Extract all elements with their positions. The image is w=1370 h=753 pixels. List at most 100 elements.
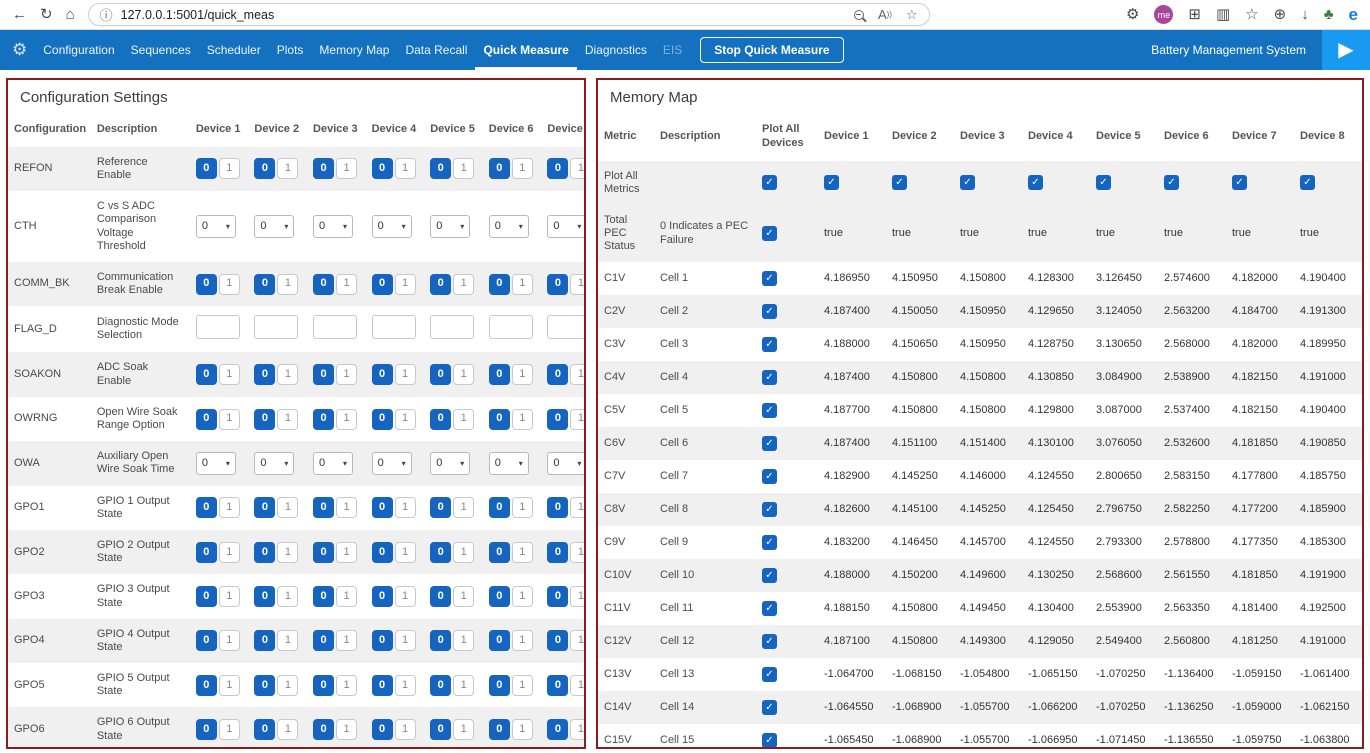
toggle-option-1[interactable]: 1 [570, 675, 586, 696]
toggle-option-1[interactable]: 1 [453, 675, 474, 696]
gpo4-device-5-toggle[interactable]: 01 [430, 630, 474, 651]
gpo6-device-3-toggle[interactable]: 01 [313, 719, 357, 740]
toggle-option-0[interactable]: 0 [489, 719, 510, 740]
toggle-option-0[interactable]: 0 [372, 409, 393, 430]
gpo4-device-4-toggle[interactable]: 01 [372, 630, 416, 651]
toggle-option-1[interactable]: 1 [512, 274, 533, 295]
toggle-option-1[interactable]: 1 [277, 409, 298, 430]
owa-device-4-select[interactable]: 0▾ [372, 452, 412, 475]
toggle-option-0[interactable]: 0 [196, 274, 217, 295]
toggle-option-0[interactable]: 0 [313, 586, 334, 607]
toggle-option-0[interactable]: 0 [372, 158, 393, 179]
toggle-option-1[interactable]: 1 [336, 542, 357, 563]
toggle-option-0[interactable]: 0 [254, 158, 275, 179]
toggle-option-1[interactable]: 1 [336, 630, 357, 651]
owa-device-7-select[interactable]: 0▾ [547, 452, 586, 475]
toggle-option-1[interactable]: 1 [453, 409, 474, 430]
toggle-option-0[interactable]: 0 [430, 630, 451, 651]
cth-device-5-select[interactable]: 0▾ [430, 215, 470, 238]
toggle-option-1[interactable]: 1 [277, 586, 298, 607]
toggle-option-0[interactable]: 0 [313, 158, 334, 179]
toggle-option-1[interactable]: 1 [512, 158, 533, 179]
toggle-option-1[interactable]: 1 [512, 497, 533, 518]
toggle-option-1[interactable]: 1 [336, 675, 357, 696]
soakon-device-7-toggle[interactable]: 01 [547, 364, 586, 385]
refon-device-6-toggle[interactable]: 01 [489, 158, 533, 179]
toggle-option-0[interactable]: 0 [547, 719, 568, 740]
gpo1-device-2-toggle[interactable]: 01 [254, 497, 298, 518]
refon-device-7-toggle[interactable]: 01 [547, 158, 586, 179]
toggle-option-0[interactable]: 0 [372, 586, 393, 607]
toggle-option-0[interactable]: 0 [430, 497, 451, 518]
refon-device-1-toggle[interactable]: 01 [196, 158, 240, 179]
toggle-option-0[interactable]: 0 [489, 497, 510, 518]
toggle-option-1[interactable]: 1 [277, 364, 298, 385]
toggle-option-0[interactable]: 0 [547, 158, 568, 179]
toggle-option-1[interactable]: 1 [336, 364, 357, 385]
gpo6-device-5-toggle[interactable]: 01 [430, 719, 474, 740]
gear-icon[interactable]: ⚙ [1126, 7, 1139, 22]
gpo1-device-6-toggle[interactable]: 01 [489, 497, 533, 518]
toggle-option-0[interactable]: 0 [196, 497, 217, 518]
refon-device-3-toggle[interactable]: 01 [313, 158, 357, 179]
gpo6-device-2-toggle[interactable]: 01 [254, 719, 298, 740]
toggle-option-1[interactable]: 1 [453, 364, 474, 385]
toggle-option-0[interactable]: 0 [547, 586, 568, 607]
toggle-option-0[interactable]: 0 [313, 542, 334, 563]
toggle-option-0[interactable]: 0 [196, 719, 217, 740]
toggle-option-1[interactable]: 1 [570, 409, 586, 430]
plot-device-6-checkbox[interactable]: ✓ [1164, 175, 1179, 190]
plot-c7v-checkbox[interactable]: ✓ [762, 469, 777, 484]
nav-item-scheduler[interactable]: Scheduler [199, 30, 269, 70]
comm-bk-device-6-toggle[interactable]: 01 [489, 274, 533, 295]
toggle-option-0[interactable]: 0 [313, 409, 334, 430]
owrng-device-5-toggle[interactable]: 01 [430, 409, 474, 430]
toggle-option-0[interactable]: 0 [254, 497, 275, 518]
downloads-icon[interactable]: ↓ [1301, 7, 1309, 22]
gpo3-device-3-toggle[interactable]: 01 [313, 586, 357, 607]
gpo4-device-2-toggle[interactable]: 01 [254, 630, 298, 651]
toggle-option-0[interactable]: 0 [489, 158, 510, 179]
owrng-device-3-toggle[interactable]: 01 [313, 409, 357, 430]
toggle-option-1[interactable]: 1 [336, 497, 357, 518]
stop-quick-measure-button[interactable]: Stop Quick Measure [700, 37, 843, 63]
owrng-device-4-toggle[interactable]: 01 [372, 409, 416, 430]
toggle-option-1[interactable]: 1 [395, 675, 416, 696]
plot-device-7-checkbox[interactable]: ✓ [1232, 175, 1247, 190]
gpo3-device-7-toggle[interactable]: 01 [547, 586, 586, 607]
toggle-option-0[interactable]: 0 [430, 586, 451, 607]
toggle-option-1[interactable]: 1 [395, 497, 416, 518]
favorites-icon[interactable]: ☆ [1245, 7, 1258, 22]
gpo2-device-2-toggle[interactable]: 01 [254, 542, 298, 563]
gpo6-device-4-toggle[interactable]: 01 [372, 719, 416, 740]
nav-item-data-recall[interactable]: Data Recall [397, 30, 475, 70]
gpo4-device-7-toggle[interactable]: 01 [547, 630, 586, 651]
toggle-option-1[interactable]: 1 [219, 542, 240, 563]
flag-d-device-5-input[interactable] [430, 315, 474, 339]
owrng-device-2-toggle[interactable]: 01 [254, 409, 298, 430]
toggle-option-0[interactable]: 0 [372, 274, 393, 295]
gpo2-device-1-toggle[interactable]: 01 [196, 542, 240, 563]
flag-d-device-7-input[interactable] [547, 315, 586, 339]
cth-device-6-select[interactable]: 0▾ [489, 215, 529, 238]
toggle-option-0[interactable]: 0 [430, 719, 451, 740]
plot-plot-all-metrics-checkbox[interactable]: ✓ [762, 175, 777, 190]
toggle-option-1[interactable]: 1 [395, 586, 416, 607]
plot-c15v-checkbox[interactable]: ✓ [762, 733, 777, 748]
extensions-icon[interactable]: ⊕ [1274, 7, 1287, 22]
gpo5-device-6-toggle[interactable]: 01 [489, 675, 533, 696]
toggle-option-0[interactable]: 0 [196, 409, 217, 430]
gpo5-device-1-toggle[interactable]: 01 [196, 675, 240, 696]
toggle-option-1[interactable]: 1 [395, 630, 416, 651]
gpo4-device-6-toggle[interactable]: 01 [489, 630, 533, 651]
gpo3-device-4-toggle[interactable]: 01 [372, 586, 416, 607]
gpo5-device-7-toggle[interactable]: 01 [547, 675, 586, 696]
toggle-option-1[interactable]: 1 [512, 364, 533, 385]
toggle-option-1[interactable]: 1 [512, 675, 533, 696]
toggle-option-1[interactable]: 1 [277, 158, 298, 179]
read-aloud-icon[interactable]: A)) [878, 7, 892, 22]
plot-c12v-checkbox[interactable]: ✓ [762, 634, 777, 649]
toggle-option-0[interactable]: 0 [489, 675, 510, 696]
toggle-option-0[interactable]: 0 [313, 364, 334, 385]
owrng-device-6-toggle[interactable]: 01 [489, 409, 533, 430]
